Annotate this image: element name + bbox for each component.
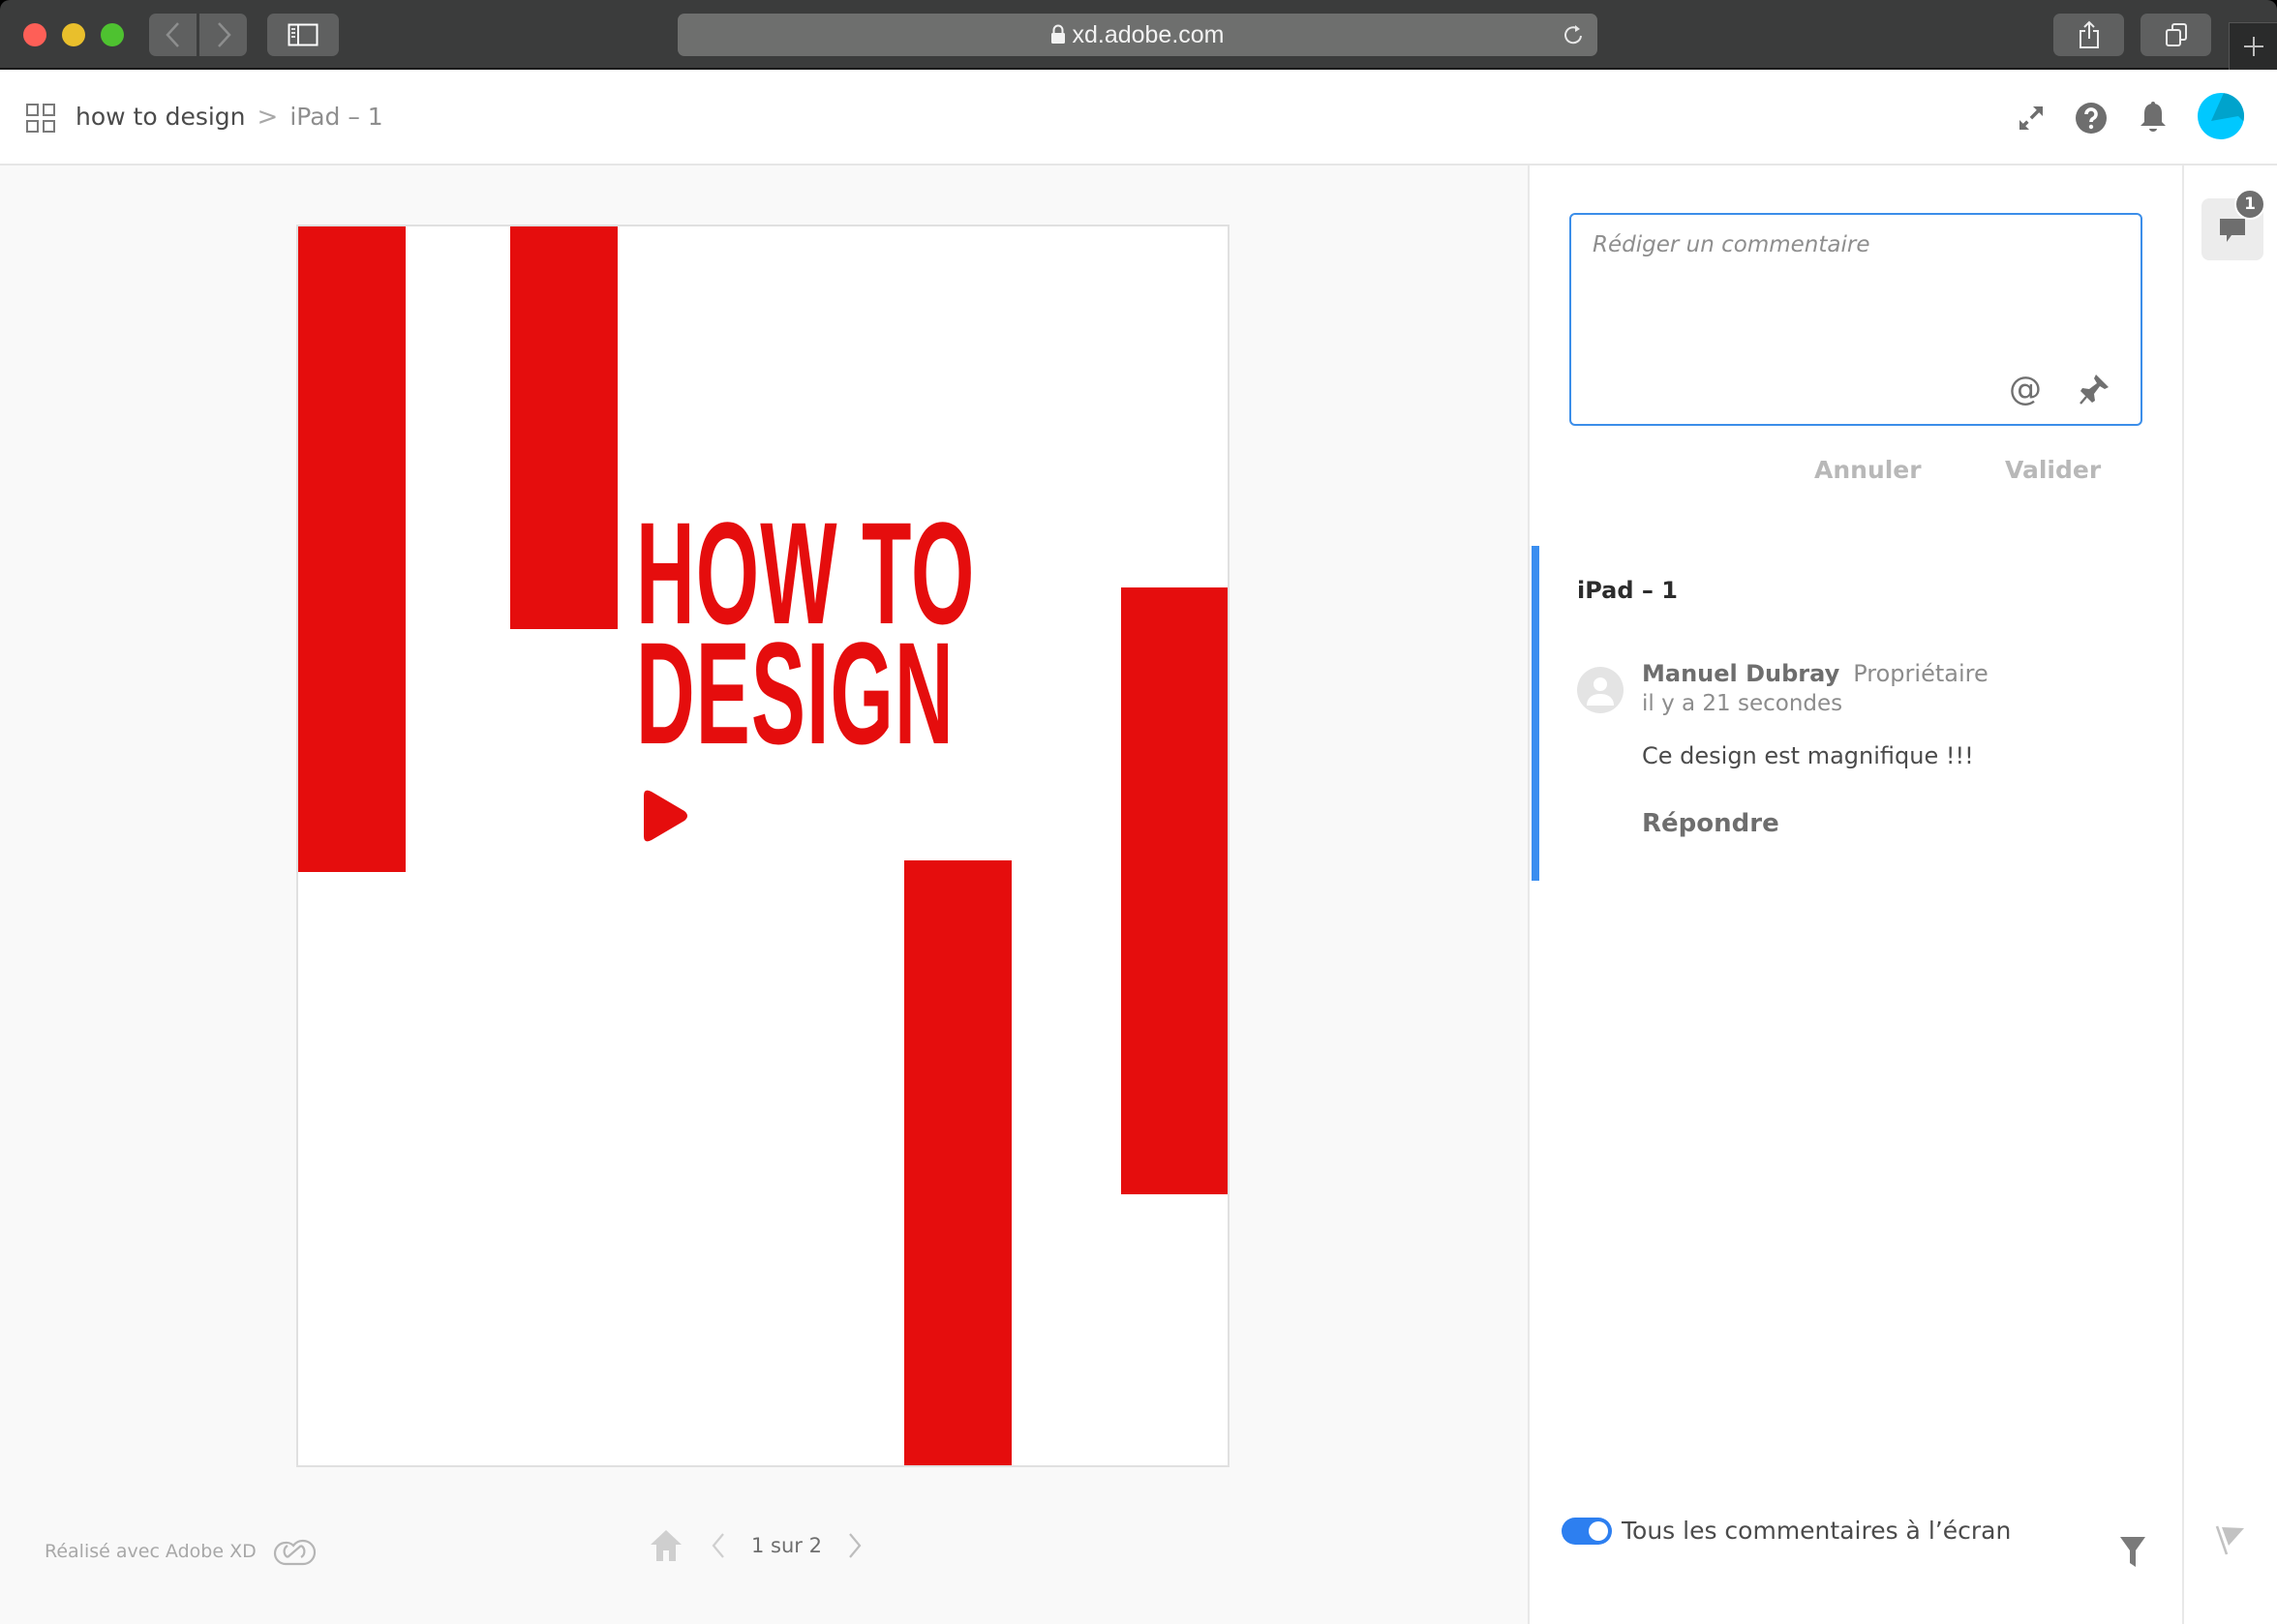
pagination: 1 sur 2	[649, 1526, 863, 1565]
flag-icon[interactable]	[2213, 1522, 2248, 1557]
sidebar-toggle-button[interactable]	[267, 14, 339, 56]
play-icon[interactable]	[640, 788, 690, 844]
comment-timestamp: il y a 21 secondes	[1642, 691, 1843, 716]
thread-selected-indicator	[1532, 546, 1539, 881]
close-window-button[interactable]	[23, 23, 46, 46]
grid-view-icon[interactable]	[26, 104, 55, 133]
canvas-area: HOW TO DESIGN Réalisé avec Adobe XD 1 su…	[0, 165, 1528, 1624]
tabs-icon	[2165, 23, 2187, 46]
share-icon	[2079, 20, 2099, 48]
breadcrumb: how to design > iPad – 1	[76, 101, 383, 134]
mention-icon[interactable]: @	[2009, 372, 2042, 406]
filter-icon[interactable]	[2119, 1534, 2146, 1569]
cancel-button[interactable]: Annuler	[1814, 456, 1922, 484]
artboard-preview[interactable]: HOW TO DESIGN	[296, 225, 1230, 1467]
red-bar-shape	[510, 226, 618, 629]
sidebar-icon	[288, 23, 319, 46]
thread-title: iPad – 1	[1577, 577, 1678, 604]
red-bar-shape	[1121, 587, 1228, 1194]
home-icon[interactable]	[649, 1529, 683, 1562]
creative-cloud-icon	[273, 1539, 316, 1566]
commenter-avatar	[1577, 667, 1624, 713]
expand-icon	[2019, 106, 2043, 130]
breadcrumb-separator: >	[257, 103, 279, 132]
comment-thread[interactable]: iPad – 1 Manuel Dubray Propriétaire il y…	[1530, 546, 2182, 881]
avatar-shape	[2211, 93, 2244, 122]
next-page-icon[interactable]	[847, 1532, 863, 1559]
notifications-button[interactable]	[2134, 99, 2172, 137]
toggle-knob	[1589, 1520, 1608, 1541]
comment-text: Ce design est magnifique !!!	[1642, 742, 1974, 769]
reply-button[interactable]: Répondre	[1642, 809, 1779, 838]
url-text: xd.adobe.com	[1072, 21, 1225, 48]
lock-icon	[1051, 24, 1066, 44]
made-with-adobe-xd[interactable]: Réalisé avec Adobe XD	[45, 1535, 317, 1568]
tab-overview-button[interactable]	[2140, 14, 2211, 56]
toggle-label: Tous les commentaires à l’écran	[1622, 1517, 2012, 1545]
help-button[interactable]	[2072, 99, 2110, 137]
app-header: how to design > iPad – 1	[0, 70, 2277, 165]
artboard-title: HOW TO DESIGN	[636, 500, 975, 774]
right-rail: 1	[2182, 165, 2277, 1624]
share-button[interactable]	[2053, 14, 2124, 56]
reload-icon[interactable]	[1563, 23, 1584, 46]
fullscreen-button[interactable]	[2012, 99, 2050, 137]
forward-button[interactable]	[199, 14, 247, 56]
chevron-right-icon	[217, 22, 231, 47]
zoom-window-button[interactable]	[101, 23, 124, 46]
chevron-left-icon	[165, 22, 179, 47]
comments-panel: @ Annuler Valider iPad – 1 Manuel Dubray…	[1528, 165, 2182, 1624]
comment-author: Manuel Dubray Propriétaire	[1642, 660, 1989, 687]
page-indicator: 1 sur 2	[751, 1534, 822, 1557]
previous-page-icon[interactable]	[711, 1532, 726, 1559]
new-tab-button[interactable]	[2229, 22, 2277, 70]
user-avatar[interactable]	[2198, 93, 2244, 139]
made-with-label: Réalisé avec Adobe XD	[45, 1541, 257, 1562]
bell-icon	[2140, 102, 2166, 132]
browser-toolbar: xd.adobe.com	[0, 0, 2277, 70]
breadcrumb-project[interactable]: how to design	[76, 101, 246, 134]
author-name: Manuel Dubray	[1642, 660, 1840, 687]
red-bar-shape	[904, 860, 1012, 1465]
show-all-comments-row: Tous les commentaires à l’écran	[1562, 1517, 2011, 1545]
plus-icon	[2243, 37, 2263, 56]
show-all-comments-toggle[interactable]	[1562, 1517, 1612, 1545]
comment-input[interactable]	[1593, 232, 2115, 368]
breadcrumb-artboard: iPad – 1	[289, 103, 383, 131]
minimize-window-button[interactable]	[62, 23, 85, 46]
user-placeholder-icon	[1587, 677, 1614, 706]
back-button[interactable]	[149, 14, 197, 56]
help-icon	[2076, 103, 2107, 134]
comment-composer: @	[1569, 213, 2142, 426]
address-bar[interactable]: xd.adobe.com	[678, 14, 1597, 56]
pin-icon[interactable]	[2077, 372, 2111, 406]
submit-button[interactable]: Valider	[2005, 456, 2101, 484]
author-role: Propriétaire	[1853, 660, 1989, 687]
comment-count-badge: 1	[2234, 189, 2265, 220]
artboard-title-line: DESIGN	[636, 612, 955, 774]
red-bar-shape	[298, 226, 406, 872]
